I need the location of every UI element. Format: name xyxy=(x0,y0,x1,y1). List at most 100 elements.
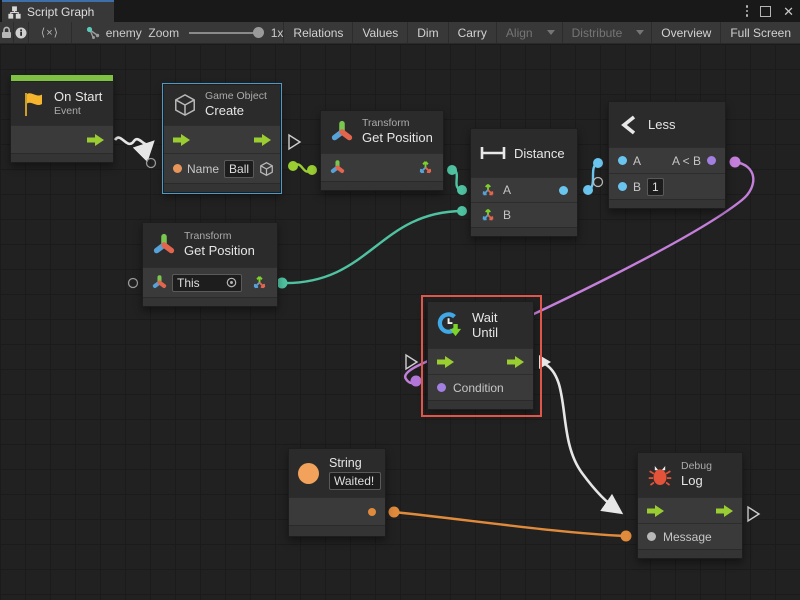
flow-out-port[interactable] xyxy=(87,134,104,146)
graph-breadcrumb-icon xyxy=(86,26,101,40)
node-title: Get Position xyxy=(362,130,433,146)
less-b-port[interactable] xyxy=(618,182,627,191)
title-bar: Script Graph ✕ xyxy=(0,0,800,22)
fullscreen-button[interactable]: Full Screen xyxy=(721,22,800,43)
node-type: Transform xyxy=(184,230,255,243)
flow-in-port[interactable] xyxy=(437,356,454,368)
node-title: Less xyxy=(648,117,675,132)
target-field[interactable]: This xyxy=(172,274,242,292)
lock-button[interactable] xyxy=(0,22,14,43)
object-picker-icon[interactable] xyxy=(226,277,237,288)
node-title: Log xyxy=(681,473,712,489)
node-type: Event xyxy=(54,105,102,118)
name-field[interactable]: Ball xyxy=(224,160,254,178)
condition-port[interactable] xyxy=(437,383,446,392)
maximize-icon[interactable] xyxy=(760,6,771,17)
values-label: Values xyxy=(353,26,407,40)
vector3-out-port[interactable] xyxy=(417,159,434,176)
tab-title: Script Graph xyxy=(27,5,94,19)
condition-label: Condition xyxy=(453,381,504,395)
node-distance[interactable]: Distance A B xyxy=(470,128,578,237)
distribute-label: Distribute xyxy=(563,26,632,40)
target-value: This xyxy=(177,276,200,290)
variables-glyph: ⟨×⟩ xyxy=(41,26,59,39)
info-icon xyxy=(15,27,27,39)
node-title: Get Position xyxy=(184,243,255,259)
flow-in-port[interactable] xyxy=(173,134,190,146)
carry-button[interactable]: Carry xyxy=(449,22,497,43)
inspect-button[interactable] xyxy=(14,22,29,43)
variables-button[interactable]: ⟨×⟩ xyxy=(29,22,72,43)
breadcrumb[interactable]: enemy xyxy=(72,22,149,43)
node-title: Distance xyxy=(514,146,565,161)
node-debug-log[interactable]: DebugLog Message xyxy=(637,452,743,559)
relations-button[interactable]: Relations xyxy=(283,22,353,43)
fullscreen-label: Full Screen xyxy=(721,26,800,40)
lock-icon xyxy=(1,26,12,39)
vector3-in-port-a[interactable] xyxy=(480,182,496,198)
zoom-slider[interactable] xyxy=(189,32,259,34)
vector3-out-port[interactable] xyxy=(251,274,268,291)
flag-icon xyxy=(20,90,46,118)
carry-label: Carry xyxy=(449,26,496,40)
distribute-dropdown[interactable]: Distribute xyxy=(563,22,653,43)
node-footer xyxy=(471,227,577,236)
distance-out-port[interactable] xyxy=(559,186,568,195)
overview-label: Overview xyxy=(652,26,720,40)
input-a-label: A xyxy=(633,154,641,168)
message-label: Message xyxy=(663,530,712,544)
string-value-field[interactable]: Waited! xyxy=(329,472,381,490)
values-button[interactable]: Values xyxy=(353,22,408,43)
graph-toolbar: ⟨×⟩ enemy Zoom 1x Relations Values Dim C… xyxy=(0,22,800,44)
node-less[interactable]: Less A A < B B 1 xyxy=(608,101,726,209)
flow-out-port[interactable] xyxy=(507,356,524,368)
gameobject-out-port[interactable] xyxy=(259,161,274,177)
window-menu-icon[interactable] xyxy=(746,5,749,17)
dim-button[interactable]: Dim xyxy=(408,22,448,43)
overview-button[interactable]: Overview xyxy=(652,22,721,43)
vector3-in-port-b[interactable] xyxy=(480,207,496,223)
node-on-start[interactable]: On StartEvent xyxy=(10,74,114,163)
graph-hierarchy-icon xyxy=(8,6,21,19)
node-wait-until[interactable]: Wait Until Condition xyxy=(427,301,534,410)
node-type: Debug xyxy=(681,460,712,473)
node-type: Game Object xyxy=(205,90,267,103)
message-port[interactable] xyxy=(647,532,656,541)
zoom-control: Zoom 1x xyxy=(148,22,283,43)
name-input-port[interactable] xyxy=(173,164,182,173)
distance-icon xyxy=(480,145,506,161)
less-a-port[interactable] xyxy=(618,156,627,165)
input-b-label: B xyxy=(503,208,511,222)
input-b-label: B xyxy=(633,180,641,194)
align-dropdown[interactable]: Align xyxy=(497,22,563,43)
node-footer xyxy=(428,400,533,409)
flow-in-port[interactable] xyxy=(647,505,664,517)
zoom-value: 1x xyxy=(271,26,284,40)
bug-icon xyxy=(647,462,673,489)
string-out-port[interactable] xyxy=(368,508,376,516)
relations-label: Relations xyxy=(284,26,352,40)
unity-script-graph-window: { "window": { "tab_title": "Script Graph… xyxy=(0,0,800,600)
close-icon[interactable]: ✕ xyxy=(783,5,794,18)
node-title: String xyxy=(329,456,381,472)
flow-out-port[interactable] xyxy=(254,134,271,146)
input-a-label: A xyxy=(503,183,511,197)
chevron-down-icon xyxy=(636,30,644,35)
node-footer xyxy=(289,525,385,536)
tab-script-graph[interactable]: Script Graph xyxy=(2,0,114,22)
transform-in-port[interactable] xyxy=(152,275,167,290)
zoom-slider-handle[interactable] xyxy=(253,27,264,38)
transform-in-port[interactable] xyxy=(330,160,345,175)
node-string[interactable]: String Waited! xyxy=(288,448,386,537)
flow-out-port[interactable] xyxy=(716,505,733,517)
b-value-field[interactable]: 1 xyxy=(647,178,664,196)
transform-icon xyxy=(152,233,176,257)
node-footer xyxy=(164,183,280,192)
node-footer xyxy=(638,549,742,558)
node-get-position-a[interactable]: TransformGet Position xyxy=(320,110,444,191)
node-get-position-b[interactable]: TransformGet Position This xyxy=(142,222,278,307)
less-out-port[interactable] xyxy=(707,156,716,165)
node-create[interactable]: Game ObjectCreate Name Ball xyxy=(163,84,281,193)
dim-label: Dim xyxy=(408,26,447,40)
align-label: Align xyxy=(497,26,542,40)
